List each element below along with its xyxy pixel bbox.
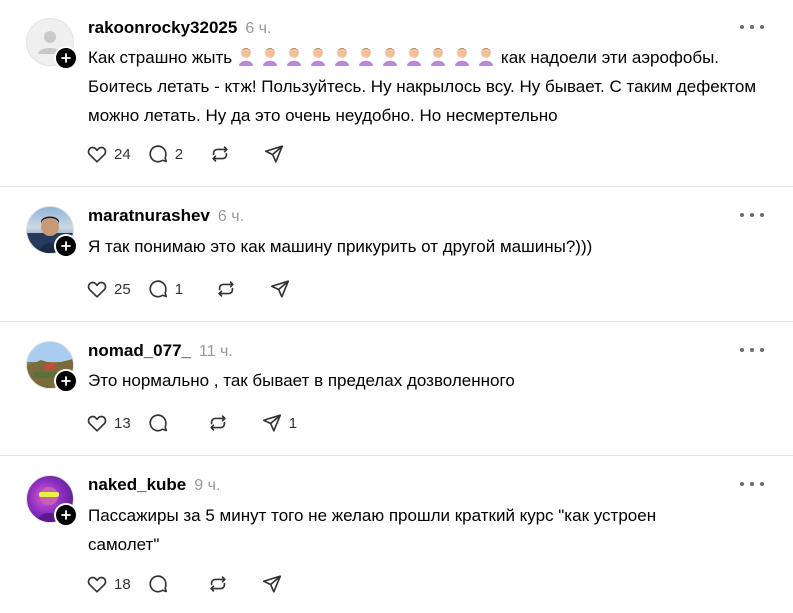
- woman-facepalming-icon: [430, 48, 445, 66]
- woman-facepalming-icon: [382, 48, 397, 66]
- comment-text-lead: Как страшно жыть: [88, 48, 233, 67]
- like-button[interactable]: 25: [86, 278, 131, 300]
- reply-count: 1: [174, 280, 184, 298]
- more-dots-icon[interactable]: [740, 20, 764, 34]
- repost-button[interactable]: [207, 573, 229, 595]
- share-button[interactable]: [269, 278, 291, 300]
- divider: [0, 455, 793, 456]
- reply-count: 2: [174, 145, 184, 163]
- speech-bubble-icon: [149, 280, 167, 298]
- send-plane-icon: [270, 280, 289, 298]
- comment-header: naked_kube 9 ч.: [88, 475, 220, 499]
- timestamp[interactable]: 9 ч.: [194, 477, 220, 495]
- follow-plus-icon[interactable]: [54, 234, 78, 258]
- comment-text: Как страшно жыть как надоели эти аэрофоб…: [88, 43, 768, 130]
- follow-plus-icon[interactable]: [54, 503, 78, 527]
- like-count: 25: [114, 280, 131, 298]
- woman-facepalming-icon: [334, 48, 349, 66]
- action-bar: 25 1: [86, 276, 291, 302]
- speech-bubble-icon: [149, 145, 167, 163]
- avatar-container[interactable]: [26, 206, 78, 258]
- avatar-container[interactable]: [26, 341, 78, 393]
- send-plane-icon: [262, 414, 281, 432]
- woman-facepalming-icon: [478, 48, 493, 66]
- timestamp[interactable]: 6 ч.: [245, 20, 271, 38]
- repost-button[interactable]: [209, 143, 231, 165]
- comment-text: Это нормально , так бывает в пределах до…: [88, 371, 515, 390]
- comment-feed: rakoonrocky32025 6 ч. Как страшно жыть к…: [0, 0, 793, 613]
- like-count: 13: [114, 414, 131, 432]
- speech-bubble-icon: [149, 414, 167, 432]
- avatar-container[interactable]: [26, 18, 78, 70]
- repost-button[interactable]: [207, 412, 229, 434]
- speech-bubble-icon: [149, 575, 167, 593]
- more-dots-icon[interactable]: [740, 343, 764, 357]
- more-dots-icon[interactable]: [740, 477, 764, 491]
- username-link[interactable]: nomad_077_: [88, 341, 191, 361]
- share-button[interactable]: 1: [261, 412, 303, 434]
- action-bar: 24 2: [86, 141, 285, 167]
- repost-arrows-icon: [211, 146, 228, 162]
- like-count: 24: [114, 145, 131, 163]
- comment-header: maratnurashev 6 ч.: [88, 206, 244, 230]
- send-plane-icon: [262, 575, 281, 593]
- repost-arrows-icon: [217, 281, 234, 297]
- timestamp[interactable]: 11 ч.: [199, 343, 233, 361]
- heart-icon: [87, 281, 107, 298]
- timestamp[interactable]: 6 ч.: [218, 208, 244, 226]
- username-link[interactable]: naked_kube: [88, 475, 186, 495]
- comment-header: nomad_077_ 11 ч.: [88, 341, 233, 365]
- reply-button[interactable]: 1: [147, 278, 189, 300]
- woman-facepalming-icon: [454, 48, 469, 66]
- comment-header: rakoonrocky32025 6 ч.: [88, 18, 271, 42]
- follow-plus-icon[interactable]: [54, 46, 78, 70]
- username-link[interactable]: maratnurashev: [88, 206, 210, 226]
- woman-facepalming-icon: [262, 48, 277, 66]
- reply-button[interactable]: 2: [147, 143, 189, 165]
- divider: [0, 186, 793, 187]
- reply-button[interactable]: [147, 573, 189, 595]
- share-button[interactable]: [261, 573, 283, 595]
- send-plane-icon: [264, 145, 283, 163]
- follow-plus-icon[interactable]: [54, 369, 78, 393]
- avatar-container[interactable]: [26, 475, 78, 527]
- woman-facepalming-icon: [238, 48, 253, 66]
- heart-icon: [87, 146, 107, 163]
- divider: [0, 321, 793, 322]
- action-bar: 18: [86, 571, 283, 597]
- woman-facepalming-icon: [406, 48, 421, 66]
- woman-facepalming-icon: [286, 48, 301, 66]
- share-button[interactable]: [263, 143, 285, 165]
- heart-icon: [87, 576, 107, 593]
- comment-text: Я так понимаю это как машину прикурить о…: [88, 237, 593, 256]
- reply-button[interactable]: [147, 412, 189, 434]
- emoji-row: [237, 48, 501, 67]
- username-link[interactable]: rakoonrocky32025: [88, 18, 237, 38]
- heart-icon: [87, 415, 107, 432]
- woman-facepalming-icon: [358, 48, 373, 66]
- like-button[interactable]: 18: [86, 573, 131, 595]
- repost-arrows-icon: [209, 415, 226, 431]
- like-button[interactable]: 24: [86, 143, 131, 165]
- action-bar: 13 1: [86, 410, 303, 436]
- woman-facepalming-icon: [310, 48, 325, 66]
- comment-text: Пассажиры за 5 минут того не желаю прошл…: [88, 506, 657, 554]
- like-count: 18: [114, 575, 131, 593]
- like-button[interactable]: 13: [86, 412, 131, 434]
- repost-button[interactable]: [215, 278, 237, 300]
- repost-arrows-icon: [209, 576, 226, 592]
- more-dots-icon[interactable]: [740, 208, 764, 222]
- share-count: 1: [288, 414, 298, 432]
